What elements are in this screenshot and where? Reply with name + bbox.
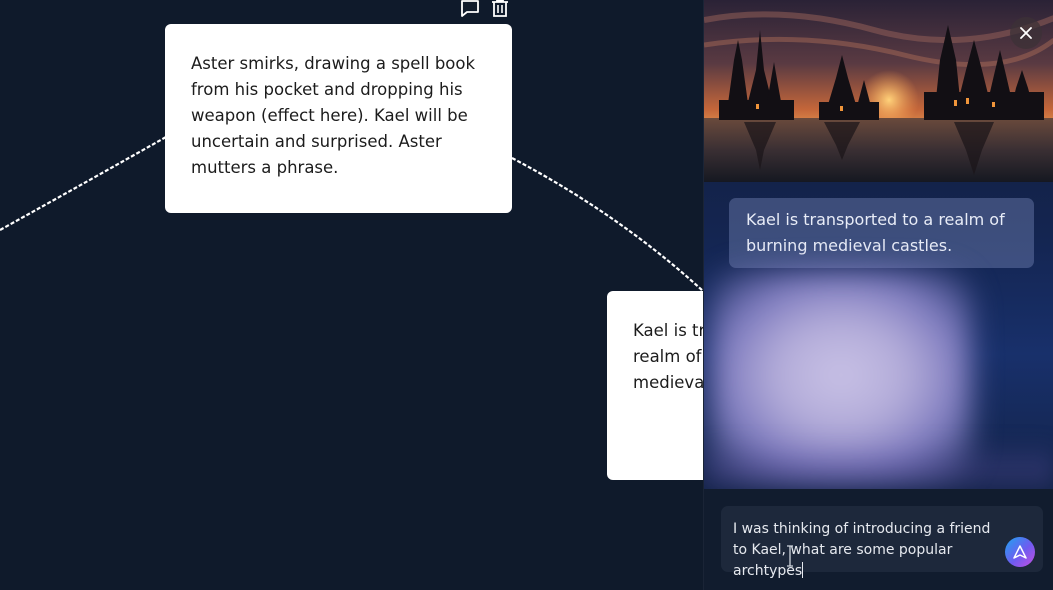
chat-input-area: I was thinking of introducing a friend t…: [704, 489, 1053, 590]
trash-icon[interactable]: [489, 0, 511, 18]
scene-image: [704, 0, 1053, 182]
connector-left: [0, 136, 167, 231]
story-card-text: Aster smirks, drawing a spell book from …: [191, 54, 476, 177]
story-card[interactable]: Aster smirks, drawing a spell book from …: [165, 24, 512, 213]
chat-input[interactable]: I was thinking of introducing a friend t…: [733, 519, 995, 582]
connector-right: [511, 157, 704, 292]
send-icon: [1013, 545, 1027, 559]
chat-input-box[interactable]: I was thinking of introducing a friend t…: [721, 506, 1043, 579]
chat-message-text: Kael is transported to a realm of burnin…: [746, 210, 1005, 255]
text-cursor-icon: [787, 545, 793, 567]
chat-panel: Kael is transported to a realm of burnin…: [703, 0, 1053, 590]
close-button[interactable]: [1010, 17, 1042, 49]
card-toolbar: [459, 0, 515, 18]
chat-message: Kael is transported to a realm of burnin…: [729, 198, 1034, 268]
text-caret: [802, 562, 804, 578]
comment-icon[interactable]: [459, 0, 481, 18]
chat-input-value: I was thinking of introducing a friend t…: [733, 521, 991, 579]
close-icon: [1020, 27, 1032, 39]
send-button[interactable]: [1005, 537, 1035, 567]
